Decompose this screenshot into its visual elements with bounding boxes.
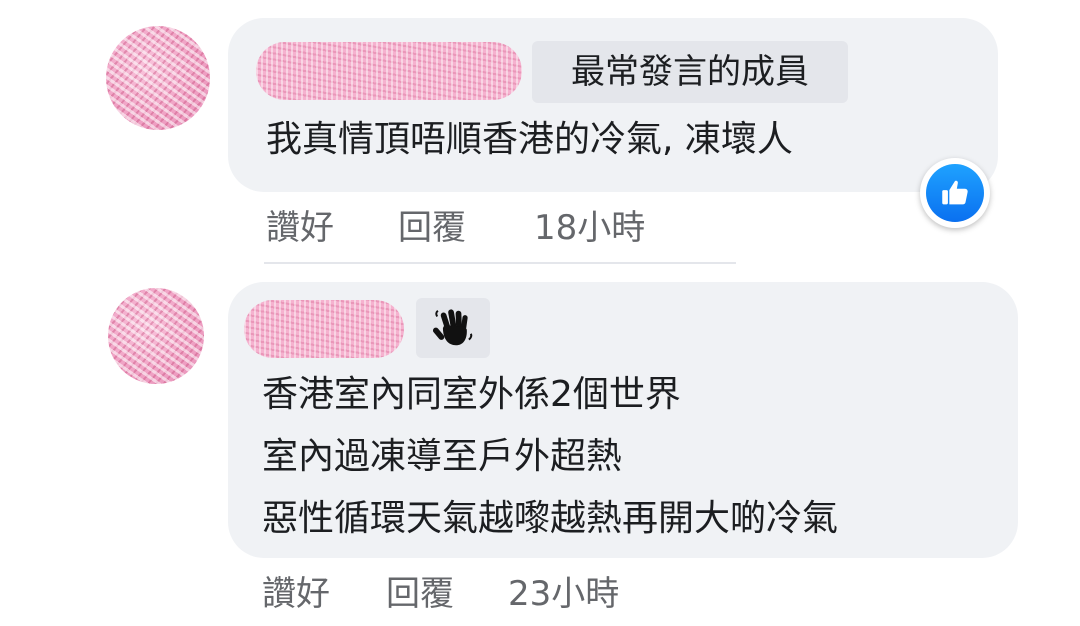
thumbs-up-icon — [942, 180, 968, 205]
like-button[interactable]: 讚好 — [262, 566, 330, 615]
reply-button[interactable]: 回覆 — [398, 200, 466, 249]
comment-line: 香港室內同室外係2個世界 — [262, 374, 681, 415]
comment-line: 我真情頂唔順香港的冷氣, 凍壞人 — [266, 119, 793, 160]
comment-line: 惡性循環天氣越嚟越熱再開大啲冷氣 — [262, 498, 839, 539]
author-name-redacted[interactable] — [244, 300, 404, 358]
like-thumb-icon[interactable] — [920, 158, 990, 228]
comment-actions: 讚好 回覆 23小時 — [262, 566, 682, 616]
comment-text: 我真情頂唔順香港的冷氣, 凍壞人 — [266, 112, 793, 168]
timestamp-link[interactable]: 18小時 — [534, 200, 645, 249]
new-member-badge — [416, 298, 490, 358]
avatar[interactable] — [106, 26, 210, 130]
reply-button[interactable]: 回覆 — [386, 566, 454, 615]
author-name-redacted[interactable] — [256, 42, 522, 100]
comment-line: 室內過凍導至戶外超熱 — [262, 436, 623, 477]
avatar[interactable] — [108, 288, 204, 384]
timestamp-link[interactable]: 23小時 — [508, 566, 619, 615]
comment-actions: 讚好 回覆 18小時 — [266, 200, 686, 250]
comment-thread: 最常發言的成員 我真情頂唔順香港的冷氣, 凍壞人 讚好 回覆 18小時 香港室內… — [0, 0, 1080, 626]
thread-divider — [264, 262, 736, 264]
like-reaction-circle — [926, 164, 984, 222]
top-contributor-badge: 最常發言的成員 — [532, 41, 848, 103]
like-button[interactable]: 讚好 — [266, 200, 334, 249]
waving-hand-icon — [432, 309, 473, 346]
comment-text: 香港室內同室外係2個世界 室內過凍導至戶外超熱 惡性循環天氣越嚟越熱再開大啲冷氣 — [262, 364, 838, 550]
